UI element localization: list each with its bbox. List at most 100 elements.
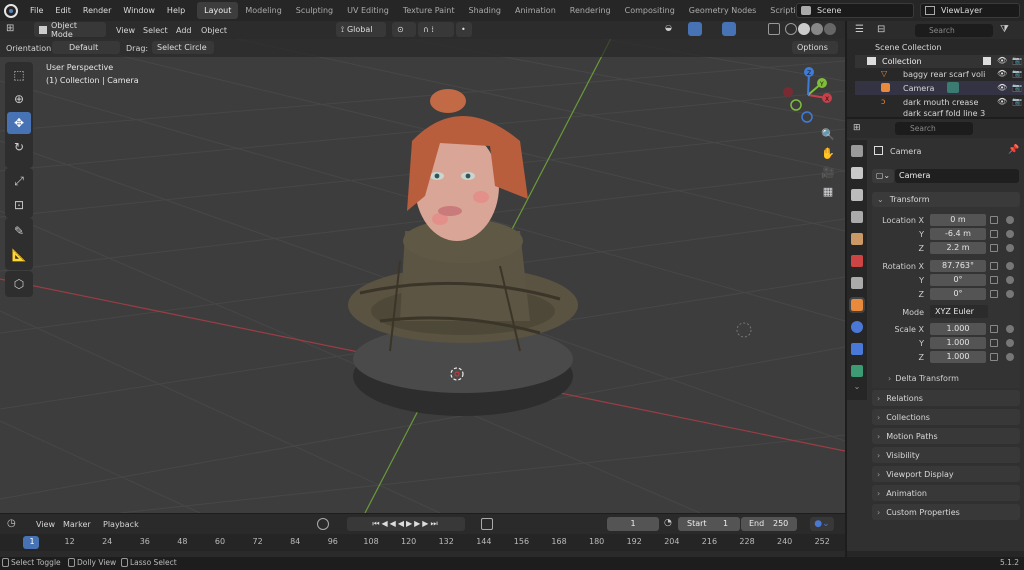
pivot-point-dropdown[interactable]: ⊙ — [392, 22, 416, 37]
visibility-eye-icon[interactable]: 👁 — [997, 69, 1007, 78]
lock-icon[interactable] — [990, 290, 998, 298]
tab-compositing[interactable]: Compositing — [618, 2, 682, 19]
motion-paths-section[interactable]: › Motion Paths — [872, 428, 1020, 444]
lock-icon[interactable] — [990, 325, 998, 333]
drag-dropdown[interactable]: Select Circle — [152, 41, 214, 54]
select-tool-icon[interactable]: ⬚ — [7, 64, 31, 86]
object-tab-icon[interactable] — [849, 297, 865, 313]
menu-edit[interactable]: Edit — [49, 6, 77, 15]
output-tab-icon[interactable] — [851, 189, 863, 201]
gizmo-neg-z-icon[interactable] — [801, 111, 813, 123]
scene-selector[interactable]: Scene — [796, 3, 914, 18]
menu-render[interactable]: Render — [77, 6, 117, 15]
transform-tool-icon[interactable]: ⊡ — [7, 194, 31, 216]
tab-shading[interactable]: Shading — [461, 2, 508, 19]
filter-display-icon[interactable]: ⊟ — [877, 24, 885, 35]
filter-icon[interactable]: ⧩ — [1000, 24, 1009, 35]
custom-properties-section[interactable]: › Custom Properties — [872, 504, 1020, 520]
outliner-item-scarf-fold[interactable]: dark scarf fold line 3 — [855, 109, 1024, 117]
tab-sculpting[interactable]: Sculpting — [289, 2, 340, 19]
visibility-eye-icon[interactable]: 👁 — [997, 56, 1007, 65]
gizmo-neg-y-icon[interactable] — [790, 99, 802, 111]
world-tab-icon[interactable] — [851, 255, 863, 267]
tab-rendering[interactable]: Rendering — [563, 2, 618, 19]
move-tool-icon[interactable]: ✥ — [7, 112, 31, 134]
location-z-field[interactable]: 2.2 m — [930, 242, 986, 254]
pan-hand-icon[interactable]: ✋ — [821, 147, 835, 160]
ortho-grid-icon[interactable]: ▦ — [823, 185, 833, 198]
rotation-y-field[interactable]: 0° — [930, 274, 986, 286]
collection-tab-icon[interactable] — [851, 277, 863, 289]
more-tabs-chevron-icon[interactable]: ⌄ — [854, 382, 861, 391]
scale-x-field[interactable]: 1.000 — [930, 323, 986, 335]
view-options-dropdown[interactable]: ●⌄ — [810, 517, 834, 531]
snap-toggle[interactable]: ∩ ⁞ — [418, 22, 454, 37]
view-layer-tab-icon[interactable] — [851, 211, 863, 223]
keyframe-dot-icon[interactable] — [1006, 290, 1014, 298]
tab-modeling[interactable]: Modeling — [238, 2, 288, 19]
menu-help[interactable]: Help — [161, 6, 191, 15]
shading-wireframe-icon[interactable] — [785, 23, 797, 35]
rotate-tool-icon[interactable]: ↻ — [7, 136, 31, 158]
lock-icon[interactable] — [990, 353, 998, 361]
gizmo-neg-x-icon[interactable] — [783, 87, 793, 97]
keyframe-dot-icon[interactable] — [1006, 353, 1014, 361]
lock-icon[interactable] — [990, 276, 998, 284]
render-camera-icon[interactable]: 📷 — [1012, 97, 1022, 106]
cursor-tool-icon[interactable]: ⊕ — [7, 88, 31, 110]
transform-section-header[interactable]: ⌄ Transform — [872, 192, 1020, 207]
outliner-item-camera[interactable]: Camera 👁 📷 — [855, 81, 1024, 95]
keying-icon[interactable] — [481, 518, 493, 530]
outliner-item-mouth[interactable]: ↄ dark mouth crease 👁 📷 — [855, 96, 1024, 109]
physics-tab-icon[interactable] — [851, 321, 863, 333]
object-data-tab-icon[interactable] — [851, 365, 863, 377]
measure-tool-icon[interactable]: 📐 — [7, 244, 31, 266]
mode-selector[interactable]: Object Mode — [34, 21, 106, 39]
rotation-mode-dropdown[interactable]: XYZ Euler — [930, 305, 988, 318]
keyframe-dot-icon[interactable] — [1006, 325, 1014, 333]
location-y-field[interactable]: -6.4 m — [930, 228, 986, 240]
properties-search-input[interactable]: Search — [895, 122, 973, 135]
annotate-tool-icon[interactable]: ✎ — [7, 220, 31, 242]
keyframe-dot-icon[interactable] — [1006, 230, 1014, 238]
viewport-display-section[interactable]: › Viewport Display — [872, 466, 1020, 482]
outliner-editor-icon[interactable]: ☰ — [855, 24, 864, 35]
shading-material-icon[interactable] — [811, 23, 823, 35]
camera-view-icon[interactable]: 🎥 — [821, 166, 835, 179]
properties-editor-icon[interactable]: ⊞ — [853, 123, 861, 133]
rotation-z-field[interactable]: 0° — [930, 288, 986, 300]
character-model[interactable] — [348, 89, 578, 416]
lock-icon[interactable] — [990, 339, 998, 347]
gizmo-toggle[interactable] — [688, 22, 702, 36]
animation-section[interactable]: › Animation — [872, 485, 1020, 501]
visibility-section[interactable]: › Visibility — [872, 447, 1020, 463]
tab-geometry-nodes[interactable]: Geometry Nodes — [682, 2, 763, 19]
shading-rendered-icon[interactable] — [824, 23, 836, 35]
menu-file[interactable]: File — [24, 6, 49, 15]
lock-icon[interactable] — [990, 230, 998, 238]
light-object-icon[interactable] — [736, 322, 752, 338]
outliner-item-scarf[interactable]: ▽ baggy rear scarf voli 👁 📷 — [855, 68, 1024, 81]
xray-toggle-icon[interactable] — [768, 23, 780, 35]
scene-tab-icon[interactable] — [851, 233, 863, 245]
relations-section[interactable]: › Relations — [872, 390, 1020, 406]
timeline-menu-playback[interactable]: Playback — [103, 520, 139, 529]
lock-icon[interactable] — [990, 262, 998, 270]
camera-data-icon[interactable] — [947, 82, 959, 93]
location-x-field[interactable]: 0 m — [930, 214, 986, 226]
object-name-field[interactable]: Camera — [895, 169, 1019, 183]
constraints-tab-icon[interactable] — [851, 343, 863, 355]
menu-select[interactable]: Select — [143, 26, 168, 35]
pin-icon[interactable]: 📌 — [1008, 145, 1019, 155]
rotation-x-field[interactable]: 87.763° — [930, 260, 986, 272]
editor-type-icon[interactable]: ⊞ — [6, 23, 24, 37]
lock-icon[interactable] — [990, 216, 998, 224]
view-layer-selector[interactable]: ViewLayer — [920, 3, 1020, 18]
add-cube-tool-icon[interactable]: ⬡ — [7, 273, 31, 295]
zoom-icon[interactable]: 🔍 — [821, 128, 835, 141]
tab-uv-editing[interactable]: UV Editing — [340, 2, 396, 19]
start-frame-field[interactable]: Start 1 — [678, 517, 740, 531]
orientation-dropdown[interactable]: Default — [52, 41, 120, 54]
tool-tab-icon[interactable] — [851, 145, 863, 157]
overlay-toggle[interactable] — [722, 22, 736, 36]
